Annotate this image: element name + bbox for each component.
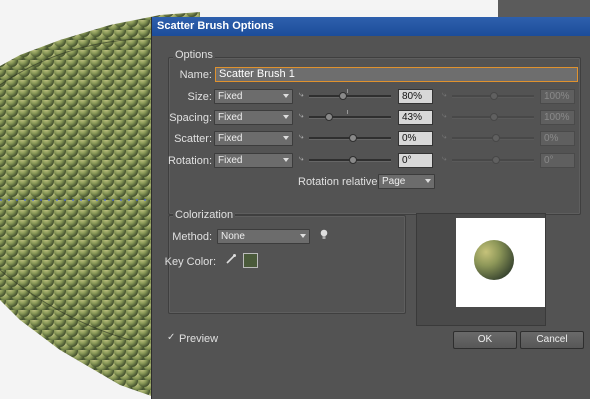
method-dropdown[interactable]: None xyxy=(217,229,310,244)
scatter-label: Scatter: xyxy=(174,133,212,145)
slider-brush-icon: ⤷ xyxy=(442,132,447,141)
brush-preview-scale xyxy=(474,240,514,280)
preview-label: Preview xyxy=(179,333,219,345)
scatter-slider-min[interactable]: ⤷ xyxy=(299,132,391,144)
scatter-value-max[interactable]: 0% xyxy=(540,131,575,146)
name-label: Name: xyxy=(179,69,212,81)
scatter-brush-options-dialog: Scatter Brush Options Options Name: Scat… xyxy=(151,17,590,399)
colorization-group-label: Colorization xyxy=(173,209,236,221)
rotation-slider-min[interactable]: ⤷ xyxy=(299,154,391,166)
slider-brush-icon: ⤷ xyxy=(299,154,304,163)
chevron-down-icon xyxy=(283,115,289,119)
spacing-value-min[interactable]: 43% xyxy=(398,110,433,125)
eyedropper-icon[interactable] xyxy=(225,253,237,265)
size-slider-min[interactable]: ⤷ xyxy=(299,89,391,102)
options-group-label: Options xyxy=(173,49,215,61)
key-color-label: Key Color: xyxy=(164,256,216,268)
chevron-down-icon xyxy=(425,179,431,183)
chevron-down-icon xyxy=(300,234,306,238)
method-label: Method: xyxy=(172,231,212,243)
spacing-label: Spacing: xyxy=(169,112,212,124)
slider-brush-icon: ⤷ xyxy=(299,132,304,141)
size-value-min[interactable]: 80% xyxy=(398,89,433,104)
spacing-slider-max[interactable]: ⤷ xyxy=(442,111,534,123)
key-color-swatch[interactable] xyxy=(243,253,258,268)
rotation-value-max[interactable]: 0° xyxy=(540,153,575,168)
slider-brush-icon: ⤷ xyxy=(299,90,304,99)
brush-preview-panel xyxy=(416,213,546,326)
spacing-mode-dropdown[interactable]: Fixed xyxy=(214,110,293,125)
rotation-relative-dropdown[interactable]: Page xyxy=(378,174,435,189)
preview-checkbox[interactable]: ✓ xyxy=(167,333,177,343)
ok-button[interactable]: OK xyxy=(453,331,517,349)
chevron-down-icon xyxy=(283,158,289,162)
chevron-down-icon xyxy=(283,136,289,140)
scatter-mode-dropdown[interactable]: Fixed xyxy=(214,131,293,146)
chevron-down-icon xyxy=(283,94,289,98)
size-value-max[interactable]: 100% xyxy=(540,89,575,104)
size-slider-max[interactable]: ⤷ xyxy=(442,90,534,102)
slider-brush-icon: ⤷ xyxy=(299,111,304,120)
slider-brush-icon: ⤷ xyxy=(442,154,447,163)
scatter-slider-max[interactable]: ⤷ xyxy=(442,132,534,144)
spacing-slider-min[interactable]: ⤷ xyxy=(299,110,391,123)
name-field[interactable]: Scatter Brush 1 xyxy=(215,67,578,82)
slider-brush-icon: ⤷ xyxy=(442,90,447,99)
size-mode-dropdown[interactable]: Fixed xyxy=(214,89,293,104)
spacing-value-max[interactable]: 100% xyxy=(540,110,575,125)
rotation-label: Rotation: xyxy=(167,155,212,167)
cancel-button[interactable]: Cancel xyxy=(520,331,584,349)
tips-lightbulb-icon[interactable] xyxy=(319,229,329,241)
rotation-mode-dropdown[interactable]: Fixed xyxy=(214,153,293,168)
dialog-title[interactable]: Scatter Brush Options xyxy=(152,17,590,36)
scatter-value-min[interactable]: 0% xyxy=(398,131,433,146)
slider-brush-icon: ⤷ xyxy=(442,111,447,120)
size-label: Size: xyxy=(187,91,212,103)
rotation-slider-max[interactable]: ⤷ xyxy=(442,154,534,166)
brush-preview-canvas xyxy=(456,218,545,307)
rotation-value-min[interactable]: 0° xyxy=(398,153,433,168)
